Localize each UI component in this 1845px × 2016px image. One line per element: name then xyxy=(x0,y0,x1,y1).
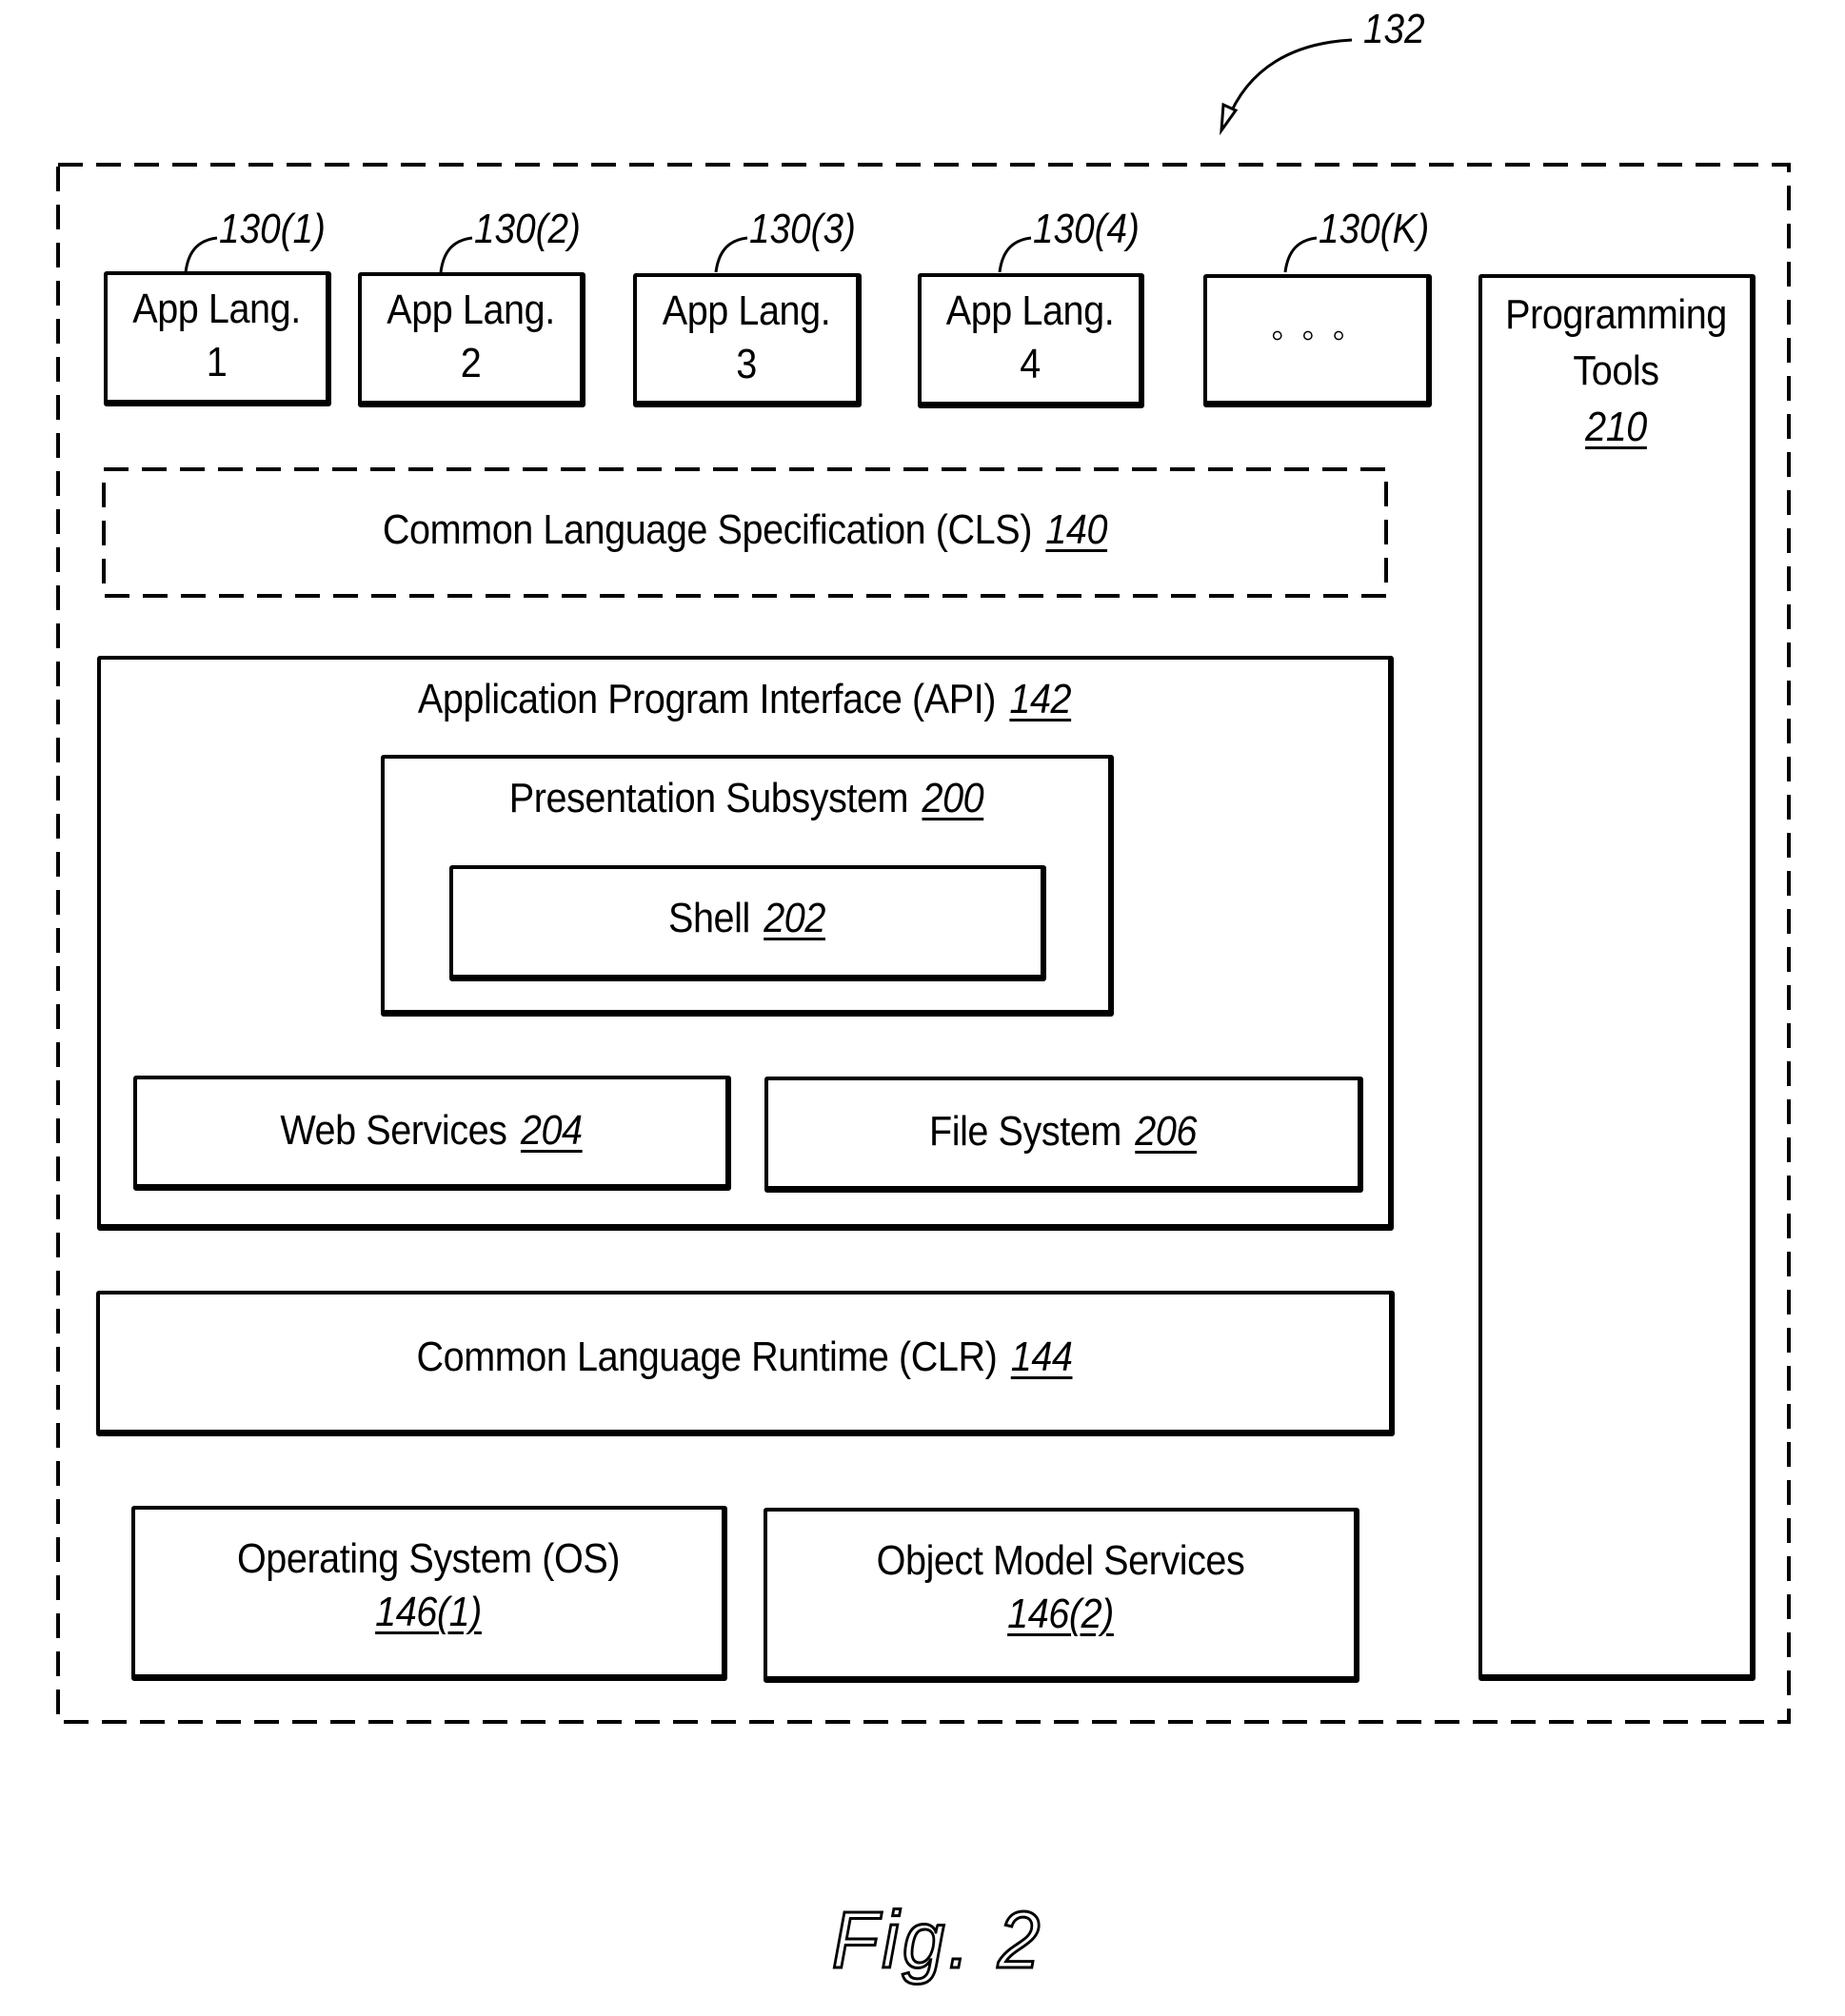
app-lang-box: App Lang. 3 xyxy=(633,273,862,407)
web-services-ref: 204 xyxy=(520,1107,583,1154)
cls-ref: 140 xyxy=(1045,506,1108,553)
app-lang-number: 1 xyxy=(206,339,228,386)
app-lang-label: App Lang. xyxy=(945,287,1115,334)
app-lang-ref: 130(1) xyxy=(219,206,326,252)
app-lang-ref: 130(4) xyxy=(1033,206,1140,252)
file-system-label: File System xyxy=(928,1108,1121,1155)
cls-label: Common Language Specification (CLS) xyxy=(382,506,1032,553)
api-box: Application Program Interface (API) 142 P… xyxy=(97,656,1394,1231)
shell-ref: 202 xyxy=(764,895,825,941)
app-lang-box: App Lang. 4 xyxy=(918,273,1144,408)
cls-region: Common Language Specification (CLS) 140 xyxy=(104,469,1386,596)
app-lang-number: 2 xyxy=(460,340,482,387)
app-lang-box-more: ◦◦◦ xyxy=(1203,274,1432,407)
app-lang-label: App Lang. xyxy=(132,286,301,332)
app-lang-ref: 130(K) xyxy=(1319,206,1430,252)
file-system-ref: 206 xyxy=(1135,1108,1198,1155)
web-services-label: Web Services xyxy=(280,1107,507,1154)
app-lang-box: App Lang. 1 xyxy=(104,271,331,406)
programming-tools-box: Programming Tools 210 xyxy=(1478,274,1756,1681)
file-system-box: File System 206 xyxy=(764,1077,1363,1193)
programming-tools-ref: 210 xyxy=(1585,403,1647,450)
arrow-132-leader xyxy=(1224,38,1353,125)
clr-box: Common Language Runtime (CLR) 144 xyxy=(96,1291,1395,1436)
presentation-label: Presentation Subsystem xyxy=(508,775,909,821)
leader-130-2 xyxy=(439,236,473,273)
programming-tools-label: Programming xyxy=(1505,291,1727,338)
app-lang-label: App Lang. xyxy=(662,287,831,334)
ellipsis-icon: ◦◦◦ xyxy=(1270,313,1363,356)
presentation-ref: 200 xyxy=(922,775,984,821)
app-lang-number: 4 xyxy=(1020,341,1041,388)
os-box: Operating System (OS) 146(1) xyxy=(131,1506,727,1681)
figure-caption: Fig. 2 xyxy=(830,1894,1044,1986)
programming-tools-label: Tools xyxy=(1573,346,1659,394)
shell-label: Shell xyxy=(668,895,750,941)
object-model-services-box: Object Model Services 146(2) xyxy=(764,1508,1359,1683)
object-model-ref: 146(2) xyxy=(1007,1591,1114,1638)
os-ref: 146(1) xyxy=(375,1589,482,1636)
app-lang-ref: 130(3) xyxy=(749,206,856,252)
object-model-label: Object Model Services xyxy=(876,1537,1245,1584)
figure-ref-label: 132 xyxy=(1363,6,1425,52)
os-label: Operating System (OS) xyxy=(236,1535,621,1582)
app-lang-ref: 130(2) xyxy=(474,206,581,252)
shell-box: Shell 202 xyxy=(449,865,1046,981)
clr-ref: 144 xyxy=(1010,1334,1073,1380)
api-ref: 142 xyxy=(1009,676,1072,722)
leader-130-1 xyxy=(184,236,218,273)
app-lang-box: App Lang. 2 xyxy=(358,272,585,407)
app-lang-label: App Lang. xyxy=(387,287,555,333)
app-lang-number: 3 xyxy=(736,341,757,388)
presentation-subsystem-box: Presentation Subsystem 200 Shell 202 xyxy=(381,755,1114,1017)
api-label: Application Program Interface (API) xyxy=(417,676,997,722)
arrow-132-head xyxy=(1220,102,1239,136)
clr-label: Common Language Runtime (CLR) xyxy=(416,1334,998,1380)
leader-130-4 xyxy=(998,236,1032,273)
leader-130-K xyxy=(1283,236,1318,273)
leader-130-3 xyxy=(714,236,748,273)
web-services-box: Web Services 204 xyxy=(133,1076,731,1191)
